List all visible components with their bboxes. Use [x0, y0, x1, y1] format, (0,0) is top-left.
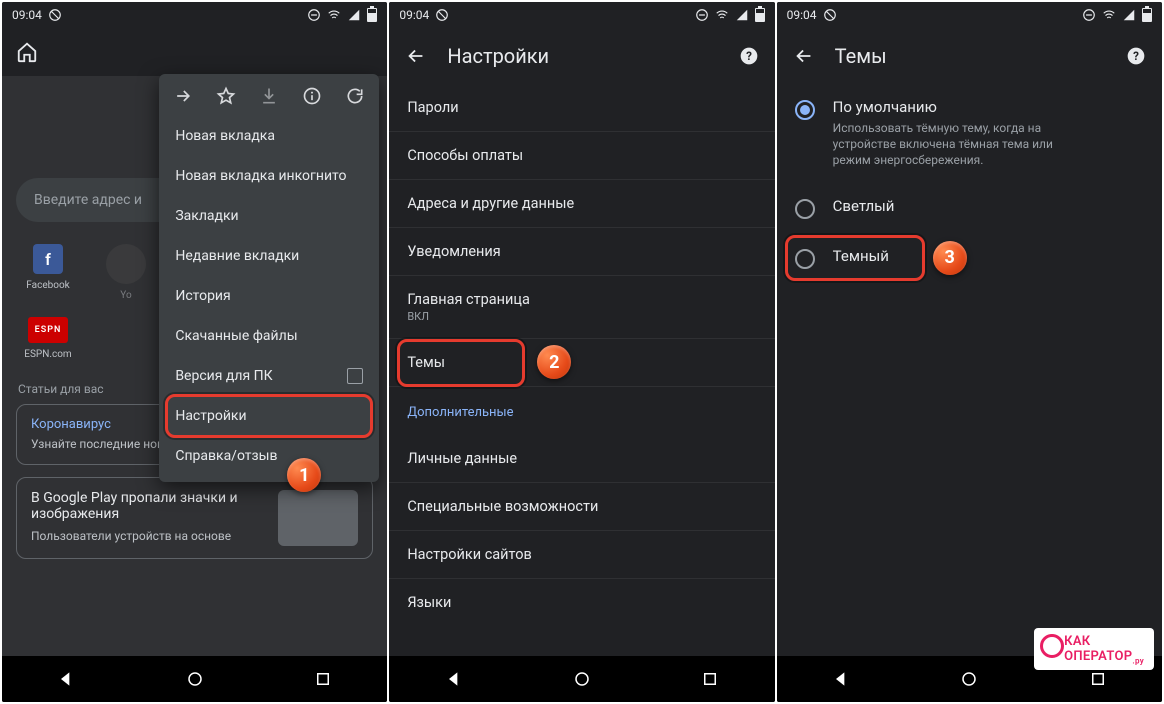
status-bar: 09:04	[2, 2, 387, 28]
row-languages[interactable]: Языки	[389, 579, 774, 626]
theme-option-default[interactable]: По умолчанию Использовать тёмную тему, к…	[777, 84, 1162, 183]
star-icon[interactable]	[216, 86, 236, 106]
forward-icon[interactable]	[173, 86, 193, 106]
nav-recent-icon[interactable]	[311, 667, 335, 691]
back-icon[interactable]	[405, 45, 427, 67]
checkbox-icon[interactable]	[347, 368, 363, 384]
wifi-icon	[327, 8, 341, 22]
row-passwords[interactable]: Пароли	[389, 84, 774, 132]
theme-option-dark[interactable]: Темный	[777, 233, 1162, 283]
dnd-icon	[1082, 8, 1096, 22]
watermark-logo: КАК ОПЕРАТОР.ру	[1034, 628, 1154, 670]
nav-back-icon[interactable]	[54, 667, 78, 691]
row-site-settings[interactable]: Настройки сайтов	[389, 531, 774, 579]
dnd-icon	[695, 8, 709, 22]
battery-icon	[367, 8, 377, 22]
nav-recent-icon[interactable]	[698, 667, 722, 691]
signal-icon	[735, 8, 749, 22]
wifi-icon	[715, 8, 729, 22]
radio-icon[interactable]	[795, 249, 815, 269]
no-sim-icon	[48, 8, 62, 22]
radio-icon[interactable]	[795, 199, 815, 219]
row-personal-data[interactable]: Личные данные	[389, 435, 774, 483]
screenshot-2: 09:04 Настройки ? Пароли Способы оплаты …	[389, 2, 774, 702]
row-themes[interactable]: Темы	[389, 339, 774, 387]
menu-bookmarks[interactable]: Закладки	[159, 196, 379, 236]
no-sim-icon	[823, 8, 837, 22]
menu-help[interactable]: Справка/отзыв	[159, 436, 379, 476]
menu-history[interactable]: История	[159, 276, 379, 316]
themes-header: Темы ?	[777, 28, 1162, 84]
help-icon[interactable]: ?	[1126, 46, 1146, 66]
row-homepage[interactable]: Главная страница ВКЛ	[389, 276, 774, 339]
article-card-googleplay[interactable]: В Google Play пропали значки и изображен…	[16, 477, 373, 559]
row-notifications[interactable]: Уведомления	[389, 228, 774, 276]
page-title: Настройки	[447, 44, 718, 68]
info-icon[interactable]	[302, 86, 322, 106]
signal-icon	[347, 8, 361, 22]
nav-back-icon[interactable]	[829, 667, 853, 691]
settings-header: Настройки ?	[389, 28, 774, 84]
status-bar: 09:04	[777, 2, 1162, 28]
theme-option-light[interactable]: Светлый	[777, 183, 1162, 233]
screenshot-1: 09:04 G	[2, 2, 387, 702]
menu-recent-tabs[interactable]: Недавние вкладки	[159, 236, 379, 276]
refresh-icon[interactable]	[345, 86, 365, 106]
signal-icon	[1122, 8, 1136, 22]
page-title: Темы	[835, 44, 1106, 68]
overflow-menu: Новая вкладка Новая вкладка инкогнито За…	[159, 74, 379, 482]
shortcut-espn[interactable]: ESPN ESPN.com	[20, 317, 76, 360]
no-sim-icon	[435, 8, 449, 22]
system-nav-bar	[2, 656, 387, 702]
menu-desktop-site[interactable]: Версия для ПК	[159, 356, 379, 396]
nav-recent-icon[interactable]	[1086, 667, 1110, 691]
radio-icon[interactable]	[795, 100, 815, 120]
shortcut-youtube[interactable]: Yo	[98, 244, 154, 301]
nav-back-icon[interactable]	[442, 667, 466, 691]
browser-toolbar	[2, 28, 387, 76]
section-advanced: Дополнительные	[389, 387, 774, 435]
wifi-icon	[1102, 8, 1116, 22]
article-thumbnail	[278, 490, 358, 546]
status-bar: 09:04	[389, 2, 774, 28]
svg-text:?: ?	[746, 49, 752, 63]
themes-list: По умолчанию Использовать тёмную тему, к…	[777, 84, 1162, 656]
download-icon[interactable]	[259, 86, 279, 106]
status-time: 09:04	[12, 8, 42, 22]
menu-settings[interactable]: Настройки	[159, 396, 379, 436]
row-addresses[interactable]: Адреса и другие данные	[389, 180, 774, 228]
search-placeholder: Введите адрес и	[34, 192, 142, 208]
menu-incognito[interactable]: Новая вкладка инкогнито	[159, 156, 379, 196]
dnd-icon	[307, 8, 321, 22]
step-badge-3: 3	[933, 241, 967, 275]
menu-downloads[interactable]: Скачанные файлы	[159, 316, 379, 356]
home-icon[interactable]	[16, 41, 38, 63]
back-icon[interactable]	[793, 45, 815, 67]
svg-text:?: ?	[1133, 49, 1139, 63]
battery-icon	[1142, 8, 1152, 22]
help-icon[interactable]: ?	[739, 46, 759, 66]
nav-home-icon[interactable]	[183, 667, 207, 691]
battery-icon	[755, 8, 765, 22]
row-accessibility[interactable]: Специальные возможности	[389, 483, 774, 531]
nav-home-icon[interactable]	[570, 667, 594, 691]
system-nav-bar	[389, 656, 774, 702]
settings-list: Пароли Способы оплаты Адреса и другие да…	[389, 84, 774, 656]
shortcut-facebook[interactable]: f Facebook	[20, 244, 76, 301]
row-payments[interactable]: Способы оплаты	[389, 132, 774, 180]
screenshot-3: 09:04 Темы ? По умолчанию Использовать т…	[777, 2, 1162, 702]
menu-new-tab[interactable]: Новая вкладка	[159, 116, 379, 156]
nav-home-icon[interactable]	[957, 667, 981, 691]
